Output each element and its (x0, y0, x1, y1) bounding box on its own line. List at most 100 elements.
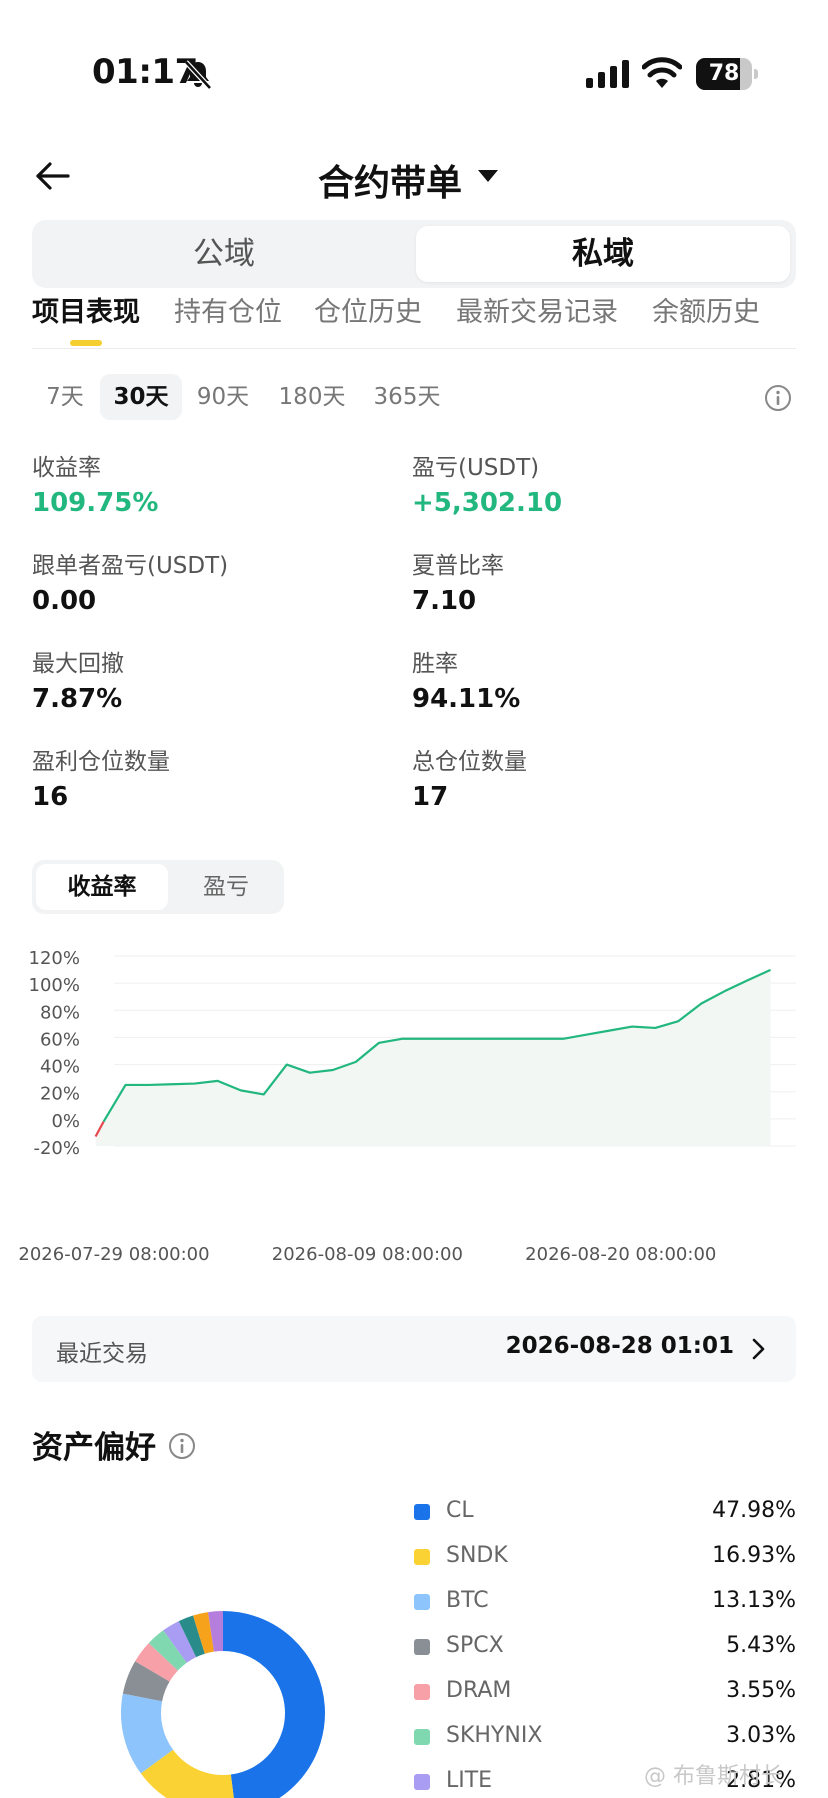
period-30d[interactable]: 30天 (100, 374, 182, 420)
asset-preference-title: 资产偏好 (32, 1430, 156, 1466)
total-positions-label: 总仓位数量 (412, 749, 527, 775)
chart-toggle-pnl[interactable]: 盈亏 (172, 864, 280, 910)
status-bar: 01:17 78 (0, 0, 828, 120)
legend-swatch (414, 1594, 430, 1610)
battery-level: 78 (708, 61, 740, 86)
legend-swatch (414, 1639, 430, 1655)
wifi-icon (642, 57, 682, 88)
winning-positions-value: 16 (32, 782, 69, 812)
recent-trade-row[interactable]: 最近交易 2026-08-28 01:01 (32, 1316, 796, 1382)
period-7d[interactable]: 7天 (32, 374, 98, 420)
legend-percent: 47.98% (712, 1498, 796, 1523)
tab-position-history[interactable]: 仓位历史 (314, 290, 422, 329)
legend-percent: 13.13% (712, 1588, 796, 1613)
follower-pnl-label: 跟单者盈亏(USDT) (32, 553, 229, 579)
chart-metric-toggle: 收益率 盈亏 (32, 860, 284, 914)
donut-slice (163, 1621, 197, 1663)
period-180d[interactable]: 180天 (268, 374, 356, 420)
legend-name: SKHYNIX (446, 1723, 543, 1748)
chevron-right-icon (752, 1338, 765, 1360)
y-tick-label: 60% (40, 1029, 80, 1050)
donut-slice (222, 1611, 325, 1798)
max-drawdown-label: 最大回撤 (32, 651, 124, 677)
legend-percent: 16.93% (712, 1543, 796, 1568)
legend-name: SPCX (446, 1633, 504, 1658)
legend-item: DRAM 3.55% (412, 1676, 796, 1706)
pnl-label: 盈亏(USDT) (412, 455, 540, 481)
legend-swatch (414, 1504, 430, 1520)
segment-private[interactable]: 私域 (416, 226, 790, 282)
y-tick-label: 20% (40, 1084, 80, 1105)
roi-label: 收益率 (32, 455, 101, 481)
legend-name: CL (446, 1498, 474, 1523)
tab-balance-history[interactable]: 余额历史 (652, 290, 760, 329)
y-tick-label: 80% (40, 1002, 80, 1023)
tab-latest-trades[interactable]: 最新交易记录 (456, 290, 618, 329)
total-positions-value: 17 (412, 782, 449, 812)
tab-active-indicator (70, 340, 102, 346)
title-dropdown-caret-icon[interactable] (478, 170, 498, 182)
y-tick-label: 120% (29, 948, 80, 969)
win-rate-value: 94.11% (412, 684, 521, 714)
asset-donut-chart (121, 1611, 325, 1798)
roi-line-chart: 120% 100% 80% 60% 40% 20% 0% -20% 2026-07-29 08:… (18, 948, 796, 1265)
page-title[interactable]: 合约带单 (318, 154, 462, 206)
legend-percent: 3.03% (726, 1723, 796, 1748)
legend-swatch (414, 1774, 430, 1790)
period-90d[interactable]: 90天 (186, 374, 260, 420)
legend-name: BTC (446, 1588, 489, 1613)
domain-segment-control: 公域 私域 (32, 220, 796, 288)
battery-body: 78 (696, 58, 752, 90)
roi-value: 109.75% (32, 488, 159, 518)
legend-percent: 5.43% (726, 1633, 796, 1658)
info-icon[interactable] (168, 1432, 196, 1460)
win-rate-label: 胜率 (412, 651, 458, 677)
legend-item: SPCX 5.43% (412, 1631, 796, 1661)
legend-name: DRAM (446, 1678, 512, 1703)
donut-slice (122, 1661, 170, 1703)
legend-item: SKHYNIX 3.03% (412, 1721, 796, 1751)
info-icon[interactable] (764, 384, 792, 412)
legend-swatch (414, 1684, 430, 1700)
roi-area-fill (95, 969, 771, 1146)
period-365d[interactable]: 365天 (362, 374, 452, 420)
legend-item: BTC 13.13% (412, 1586, 796, 1616)
legend-item: SNDK 16.93% (412, 1541, 796, 1571)
segment-public[interactable]: 公域 (38, 226, 410, 282)
y-tick-label: 0% (51, 1111, 80, 1132)
donut-slice (121, 1693, 174, 1774)
x-tick-label: 2026-08-09 08:00:00 (272, 1244, 463, 1265)
watermark: @ 布鲁斯村长 (644, 1764, 783, 1789)
pnl-value: +5,302.10 (412, 488, 563, 518)
tabs-divider (32, 348, 796, 349)
donut-slice (135, 1643, 179, 1683)
battery-cap (754, 69, 758, 79)
legend-percent: 3.55% (726, 1678, 796, 1703)
tab-bar: 项目表现 持有仓位 仓位历史 最新交易记录 余额历史 (0, 290, 828, 350)
x-tick-label: 2026-07-29 08:00:00 (18, 1244, 209, 1265)
donut-slice (178, 1615, 206, 1658)
recent-trade-label: 最近交易 (56, 1341, 148, 1367)
legend-item: CL 47.98% (412, 1496, 796, 1526)
winning-positions-label: 盈利仓位数量 (32, 749, 170, 775)
x-tick-label: 2026-08-20 08:00:00 (525, 1244, 716, 1265)
donut-slice (140, 1749, 234, 1798)
back-arrow-icon[interactable] (34, 158, 74, 194)
max-drawdown-value: 7.87% (32, 684, 123, 714)
y-tick-label: 100% (29, 975, 80, 996)
legend-name: SNDK (446, 1543, 508, 1568)
donut-slice (148, 1630, 188, 1671)
chart-toggle-roi[interactable]: 收益率 (36, 864, 168, 910)
legend-swatch (414, 1549, 430, 1565)
donut-slice (193, 1612, 215, 1654)
battery-indicator: 78 (696, 58, 758, 90)
y-tick-label: 40% (40, 1057, 80, 1078)
sharpe-label: 夏普比率 (412, 553, 504, 579)
tab-holdings[interactable]: 持有仓位 (174, 290, 282, 329)
tab-performance[interactable]: 项目表现 (32, 290, 140, 329)
legend-name: LITE (446, 1768, 493, 1793)
legend-swatch (414, 1729, 430, 1745)
cellular-signal-icon (586, 60, 629, 88)
recent-trade-time: 2026-08-28 01:01 (505, 1333, 734, 1359)
sharpe-value: 7.10 (412, 586, 477, 616)
